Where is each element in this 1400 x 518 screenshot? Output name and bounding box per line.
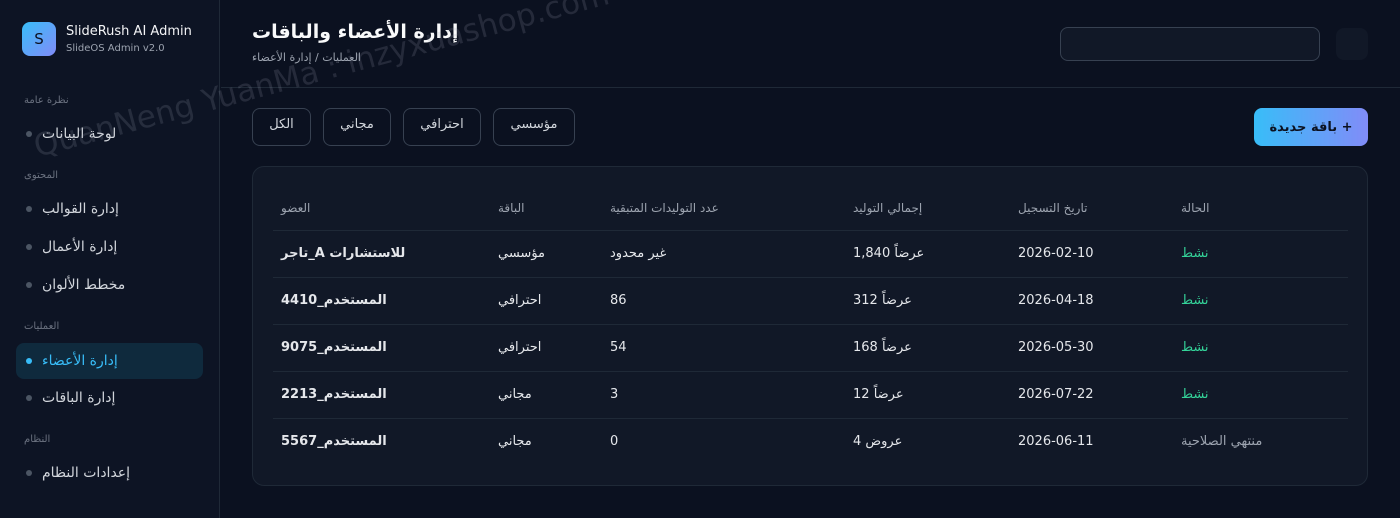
column-header-status[interactable]: الحالة: [1181, 201, 1209, 215]
total-cell: 4 عروض: [853, 434, 903, 449]
sidebar-item-works[interactable]: إدارة الأعمال: [16, 229, 203, 265]
column-header-total[interactable]: إجمالي التوليد: [853, 201, 922, 215]
members-table: العضو الباقة عدد التوليدات المتبقية إجما…: [252, 166, 1368, 486]
total-cell: 12 عرضاً: [853, 387, 904, 402]
sidebar-item-members[interactable]: إدارة الأعضاء: [16, 343, 203, 379]
table-row[interactable]: تاجر_A للاستشارات مؤسسي غير محدود 1,840 …: [273, 230, 1348, 277]
table-row[interactable]: المستخدم_2213 مجاني 3 12 عرضاً 2026-07-2…: [273, 371, 1348, 418]
date-cell: 2026-04-18: [1018, 293, 1094, 308]
app-logo: S: [22, 22, 56, 56]
date-cell: 2026-02-10: [1018, 246, 1094, 261]
plan-cell: احترافي: [498, 340, 542, 355]
sidebar-item-dashboard[interactable]: لوحة البيانات: [16, 116, 203, 152]
bullet-icon: [26, 470, 32, 476]
plan-cell: مؤسسي: [498, 246, 546, 261]
remaining-cell: 86: [610, 293, 627, 308]
table-row[interactable]: المستخدم_5567 مجاني 0 4 عروض 2026-06-11 …: [273, 418, 1348, 465]
sidebar-item-templates[interactable]: إدارة القوالب: [16, 191, 203, 227]
table-row[interactable]: المستخدم_4410 احترافي 86 312 عرضاً 2026-…: [273, 277, 1348, 324]
section-label-content: المحتوى: [24, 170, 59, 181]
status-badge: نشط: [1181, 387, 1209, 402]
sidebar-item-label: إدارة القوالب: [42, 201, 119, 217]
status-badge: نشط: [1181, 246, 1209, 261]
plan-cell: احترافي: [498, 293, 542, 308]
filter-free[interactable]: مجاني: [323, 108, 391, 146]
remaining-cell: غير محدود: [610, 246, 667, 261]
app-name: SlideRush AI Admin: [66, 24, 192, 39]
header: إدارة الأعضاء والباقات العمليات / إدارة …: [221, 0, 1400, 88]
member-name: المستخدم_5567: [281, 434, 387, 449]
date-cell: 2026-06-11: [1018, 434, 1094, 449]
remaining-cell: 54: [610, 340, 627, 355]
table-row[interactable]: المستخدم_9075 احترافي 54 168 عرضاً 2026-…: [273, 324, 1348, 371]
sidebar-item-label: إدارة الباقات: [42, 390, 116, 406]
page-title: إدارة الأعضاء والباقات: [252, 21, 459, 43]
remaining-cell: 0: [610, 434, 619, 449]
bullet-icon: [26, 206, 32, 212]
column-header-date[interactable]: تاريخ التسجيل: [1018, 201, 1087, 215]
sidebar: S SlideRush AI Admin SlideOS Admin v2.0 …: [0, 0, 220, 518]
status-badge: نشط: [1181, 293, 1209, 308]
column-header-plan[interactable]: الباقة: [498, 201, 524, 215]
total-cell: 312 عرضاً: [853, 293, 912, 308]
breadcrumb: العمليات / إدارة الأعضاء: [252, 51, 361, 64]
section-label-system: النظام: [24, 434, 51, 445]
search-input[interactable]: [1060, 27, 1320, 61]
sidebar-item-plans[interactable]: إدارة الباقات: [16, 380, 203, 416]
plan-cell: مجاني: [498, 387, 532, 402]
member-name: المستخدم_4410: [281, 293, 387, 308]
sidebar-item-label: إعدادات النظام: [42, 465, 131, 481]
new-plan-button[interactable]: باقة جديدة +: [1254, 108, 1368, 146]
date-cell: 2026-07-22: [1018, 387, 1094, 402]
bullet-icon: [26, 131, 32, 137]
total-cell: 168 عرضاً: [853, 340, 912, 355]
sidebar-item-label: إدارة الأعضاء: [42, 353, 118, 369]
column-header-remaining[interactable]: عدد التوليدات المتبقية: [610, 201, 719, 215]
date-cell: 2026-05-30: [1018, 340, 1094, 355]
section-label-operations: العمليات: [24, 321, 60, 332]
bullet-icon: [26, 244, 32, 250]
member-name: تاجر_A للاستشارات: [281, 246, 406, 261]
sidebar-item-settings[interactable]: إعدادات النظام: [16, 455, 203, 491]
notification-button[interactable]: [1336, 28, 1368, 60]
section-label-overview: نظرة عامة: [24, 95, 69, 106]
sidebar-item-color-schemes[interactable]: مخطط الألوان: [16, 267, 203, 303]
bullet-icon: [26, 358, 32, 364]
filter-all[interactable]: الكل: [252, 108, 311, 146]
member-name: المستخدم_9075: [281, 340, 387, 355]
filter-pro[interactable]: احترافي: [403, 108, 481, 146]
bullet-icon: [26, 395, 32, 401]
bullet-icon: [26, 282, 32, 288]
sidebar-item-label: لوحة البيانات: [42, 126, 117, 142]
sidebar-item-label: إدارة الأعمال: [42, 239, 118, 255]
column-header-member[interactable]: العضو: [281, 201, 310, 215]
app-version: SlideOS Admin v2.0: [66, 43, 165, 54]
status-badge: منتهي الصلاحية: [1181, 434, 1263, 449]
sidebar-item-label: مخطط الألوان: [42, 277, 126, 293]
total-cell: 1,840 عرضاً: [853, 246, 925, 261]
brand[interactable]: S SlideRush AI Admin SlideOS Admin v2.0: [22, 22, 192, 56]
remaining-cell: 3: [610, 387, 619, 402]
filter-enterprise[interactable]: مؤسسي: [493, 108, 575, 146]
status-badge: نشط: [1181, 340, 1209, 355]
plan-cell: مجاني: [498, 434, 532, 449]
member-name: المستخدم_2213: [281, 387, 387, 402]
